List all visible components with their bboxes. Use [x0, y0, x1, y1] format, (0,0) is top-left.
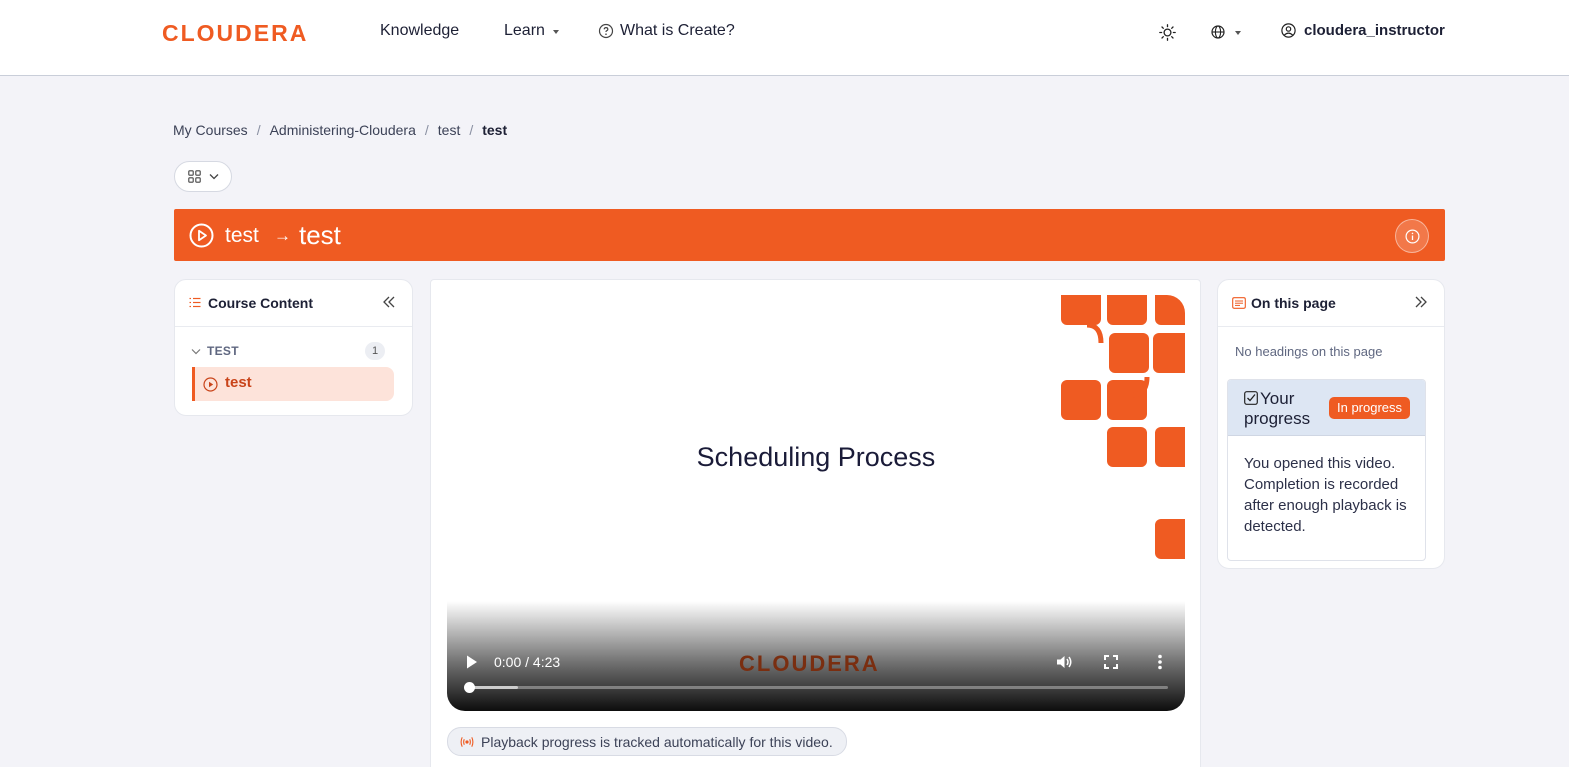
course-content-panel: Course Content TEST 1 test: [174, 279, 413, 416]
help-circle-icon: [598, 23, 614, 39]
more-vertical-icon[interactable]: [1157, 654, 1163, 670]
play-icon[interactable]: [465, 654, 479, 670]
arrow-right-icon: →: [274, 226, 291, 245]
section-count-badge: 1: [365, 342, 385, 360]
nav-knowledge-label: Knowledge: [380, 22, 460, 39]
video-buffer-bar: [469, 686, 518, 689]
progress-message: You opened this video. Completion is rec…: [1244, 455, 1407, 535]
nav-what-is-create[interactable]: What is Create?: [598, 22, 735, 40]
progress-card-header: Your progress In progress: [1228, 380, 1425, 436]
breadcrumb-my-courses[interactable]: My Courses: [173, 122, 248, 138]
on-this-page-header: On this page: [1218, 280, 1444, 327]
logo-text: CLOUDERA: [162, 20, 308, 44]
fullscreen-icon[interactable]: [1104, 655, 1118, 669]
username: cloudera_instructor: [1304, 22, 1445, 39]
volume-icon[interactable]: [1056, 654, 1073, 670]
cloudera-logo[interactable]: CLOUDERA: [162, 20, 314, 44]
caret-down-icon: [1235, 31, 1241, 35]
progress-card: Your progress In progress You opened thi…: [1227, 379, 1426, 561]
breadcrumb-separator: /: [469, 122, 474, 138]
info-icon: [1404, 228, 1420, 244]
chevron-down-icon: [191, 348, 201, 354]
on-this-page-title: On this page: [1251, 295, 1336, 311]
top-navbar: CLOUDERA Knowledge Learn What is Create?: [0, 0, 1569, 76]
play-circle-icon: [189, 223, 214, 248]
breadcrumb-separator: /: [256, 122, 261, 138]
nav-what-is-create-label: What is Create?: [620, 22, 735, 39]
lesson-item-active[interactable]: test: [192, 367, 394, 401]
playback-tracking-note: Playback progress is tracked automatical…: [447, 727, 847, 756]
course-content-header: Course Content: [175, 280, 412, 327]
breadcrumb: My Courses / Administering-Cloudera / te…: [173, 122, 507, 138]
globe-icon: [1211, 25, 1225, 39]
on-this-page-panel: On this page No headings on this page Yo…: [1217, 279, 1445, 569]
chevrons-left-icon[interactable]: [382, 295, 396, 309]
breadcrumb-current: test: [482, 122, 508, 138]
section-label: TEST: [207, 344, 239, 358]
caret-down-icon: [552, 30, 559, 34]
breadcrumb-course[interactable]: Administering-Cloudera: [270, 122, 416, 138]
info-button[interactable]: [1395, 219, 1429, 253]
playback-note-text: Playback progress is tracked automatical…: [481, 733, 833, 750]
video-seek-bar[interactable]: [464, 682, 1168, 693]
video-panel: Scheduling Process 0:00 / 4:23 CLOUDERA: [430, 279, 1201, 767]
video-player[interactable]: Scheduling Process 0:00 / 4:23 CLOUDERA: [447, 295, 1185, 711]
user-menu[interactable]: cloudera_instructor: [1281, 22, 1445, 39]
breadcrumb-separator: /: [424, 122, 429, 138]
course-content-title: Course Content: [208, 295, 313, 311]
watermark-text: CLOUDERA: [739, 652, 880, 674]
video-time: 0:00 / 4:23: [494, 654, 561, 670]
lesson-label: test: [225, 374, 252, 391]
banner-title: test: [299, 220, 341, 250]
list-icon: [189, 297, 201, 308]
nav-knowledge[interactable]: Knowledge: [380, 22, 459, 40]
chevron-down-icon: [209, 174, 218, 180]
video-seek-thumb[interactable]: [464, 682, 475, 693]
lesson-banner: test → test: [174, 209, 1445, 261]
user-circle-icon: [1281, 23, 1296, 38]
layout-toggle-button[interactable]: [174, 161, 232, 192]
breadcrumb-section[interactable]: test: [438, 122, 461, 138]
status-badge: In progress: [1329, 397, 1411, 419]
grid-icon: [187, 170, 201, 183]
nav-learn-dropdown[interactable]: Learn: [504, 22, 559, 40]
broadcast-icon: [460, 736, 474, 747]
sun-theme-icon[interactable]: [1159, 24, 1176, 41]
nav-learn-label: Learn: [504, 22, 545, 39]
video-slide-title: Scheduling Process: [696, 442, 936, 472]
document-list-icon: [1232, 297, 1246, 309]
section-toggle[interactable]: TEST 1: [191, 342, 385, 360]
language-dropdown[interactable]: [1211, 25, 1241, 39]
banner-parent-title: test: [225, 224, 259, 247]
progress-label: Your progress: [1244, 389, 1311, 428]
cloudera-watermark: CLOUDERA: [739, 652, 880, 674]
play-circle-icon: [203, 377, 218, 392]
no-headings-text: No headings on this page: [1235, 344, 1383, 359]
chevrons-right-icon[interactable]: [1414, 295, 1428, 309]
